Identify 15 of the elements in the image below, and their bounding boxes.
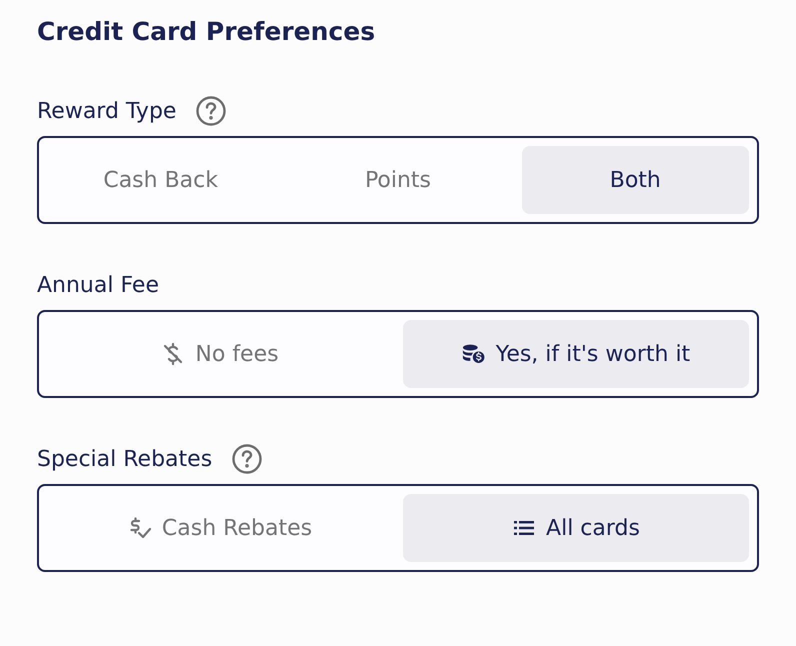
segment-option[interactable]: All cards	[403, 494, 749, 562]
help-icon[interactable]	[232, 444, 262, 474]
segment-option[interactable]: Cash Back	[47, 146, 274, 214]
dollar-check-icon	[128, 516, 152, 540]
help-icon[interactable]	[196, 96, 226, 126]
section-title: Credit Card Preferences	[37, 16, 376, 48]
segment-option[interactable]: No fees	[47, 320, 393, 388]
segment-option[interactable]: Cash Rebates	[47, 494, 393, 562]
field-label: Special Rebates	[37, 446, 212, 472]
segment-option[interactable]: Points	[284, 146, 512, 214]
segment-option[interactable]: Both	[522, 146, 749, 214]
field-label: Reward Type	[37, 98, 176, 124]
field-label: Annual Fee	[37, 272, 159, 298]
segment-option[interactable]: Yes, if it's worth it	[403, 320, 749, 388]
coins-icon	[462, 342, 486, 366]
